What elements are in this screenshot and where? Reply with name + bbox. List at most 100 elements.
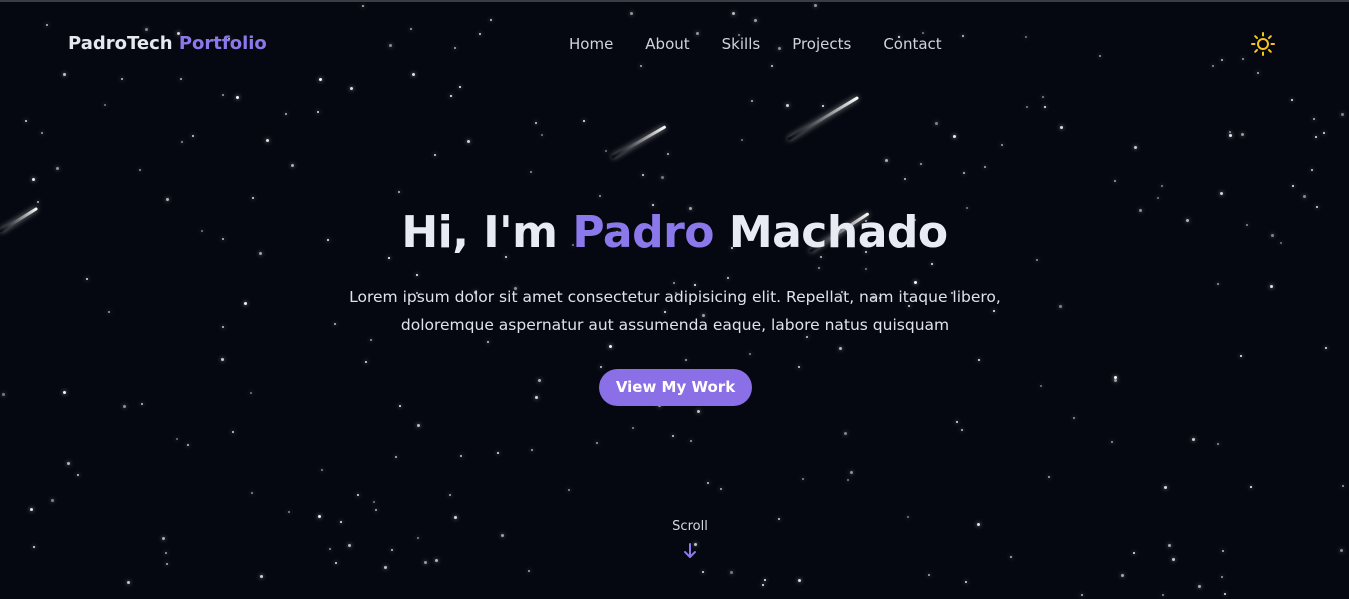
nav-link-projects[interactable]: Projects <box>792 35 851 53</box>
star <box>600 366 602 368</box>
star <box>1157 197 1159 199</box>
star <box>318 515 321 518</box>
star <box>236 96 239 99</box>
star <box>1036 259 1038 261</box>
star <box>928 574 930 576</box>
star <box>399 405 401 407</box>
logo-text: PadroTech <box>68 33 173 54</box>
star <box>357 494 359 496</box>
star <box>1240 355 1242 357</box>
site-logo[interactable]: PadroTech Portfolio <box>68 33 267 54</box>
star <box>329 548 331 550</box>
star <box>2 393 5 396</box>
star <box>1311 169 1313 171</box>
star <box>459 86 461 88</box>
star <box>528 570 530 572</box>
hero-page: PadroTech Portfolio Home About Skills Pr… <box>0 0 1349 599</box>
star <box>244 302 247 305</box>
star <box>32 178 35 181</box>
star <box>1325 347 1327 349</box>
star <box>609 345 612 348</box>
star <box>1229 134 1232 137</box>
star <box>978 359 980 361</box>
star <box>1161 185 1163 187</box>
star <box>86 278 88 280</box>
star <box>1026 106 1028 108</box>
star <box>260 575 263 578</box>
star <box>348 544 351 547</box>
star <box>1121 574 1124 577</box>
star <box>907 516 909 518</box>
star <box>1270 285 1273 288</box>
star <box>51 499 54 502</box>
star <box>1217 443 1219 445</box>
star <box>141 403 143 405</box>
star <box>165 552 167 554</box>
star <box>961 429 963 431</box>
star <box>885 159 888 162</box>
star <box>730 571 733 574</box>
star <box>108 311 110 313</box>
star <box>1291 99 1293 101</box>
hero-subtitle: Lorem ipsum dolor sit amet consectetur a… <box>349 288 1001 334</box>
star <box>599 195 601 197</box>
star <box>956 421 958 423</box>
star <box>1313 118 1315 120</box>
star <box>847 479 849 481</box>
star <box>335 562 337 564</box>
star <box>33 546 35 548</box>
view-my-work-button[interactable]: View My Work <box>599 369 752 406</box>
star <box>321 469 323 471</box>
star <box>541 134 543 136</box>
star <box>291 164 294 167</box>
star <box>187 444 189 446</box>
star <box>166 563 168 565</box>
star <box>1111 441 1113 443</box>
star <box>340 521 342 523</box>
scroll-indicator[interactable]: Scroll <box>640 519 740 560</box>
star <box>123 405 126 408</box>
star <box>1114 180 1116 182</box>
star <box>850 471 853 474</box>
nav-link-skills[interactable]: Skills <box>722 35 761 53</box>
star <box>1059 305 1062 308</box>
star <box>685 359 687 361</box>
star <box>67 462 70 465</box>
star <box>749 353 751 355</box>
nav-link-about[interactable]: About <box>645 35 689 53</box>
star <box>1292 185 1294 187</box>
nav-link-home[interactable]: Home <box>569 35 613 53</box>
star <box>818 267 820 269</box>
star <box>424 561 427 564</box>
sun-icon <box>1251 32 1275 56</box>
star <box>1315 136 1317 138</box>
star <box>1044 106 1046 108</box>
theme-toggle-button[interactable] <box>1250 31 1276 57</box>
star <box>181 141 183 143</box>
star <box>1172 558 1175 561</box>
star <box>370 339 372 341</box>
star <box>1073 417 1075 419</box>
star <box>697 410 700 413</box>
star <box>398 191 400 193</box>
star <box>395 456 397 458</box>
star <box>1217 283 1219 285</box>
star <box>416 274 418 276</box>
star <box>707 482 709 484</box>
star <box>690 440 692 442</box>
nav-link-contact[interactable]: Contact <box>883 35 941 53</box>
star <box>1241 133 1244 136</box>
star <box>1040 385 1042 387</box>
star <box>166 198 169 201</box>
star <box>467 140 470 143</box>
star <box>373 501 375 503</box>
star <box>786 104 789 107</box>
star <box>285 113 287 115</box>
star <box>1001 144 1003 146</box>
star <box>1198 585 1201 588</box>
star <box>30 508 33 511</box>
star <box>222 326 224 328</box>
star <box>530 171 532 173</box>
star <box>266 139 269 142</box>
star <box>41 132 43 134</box>
